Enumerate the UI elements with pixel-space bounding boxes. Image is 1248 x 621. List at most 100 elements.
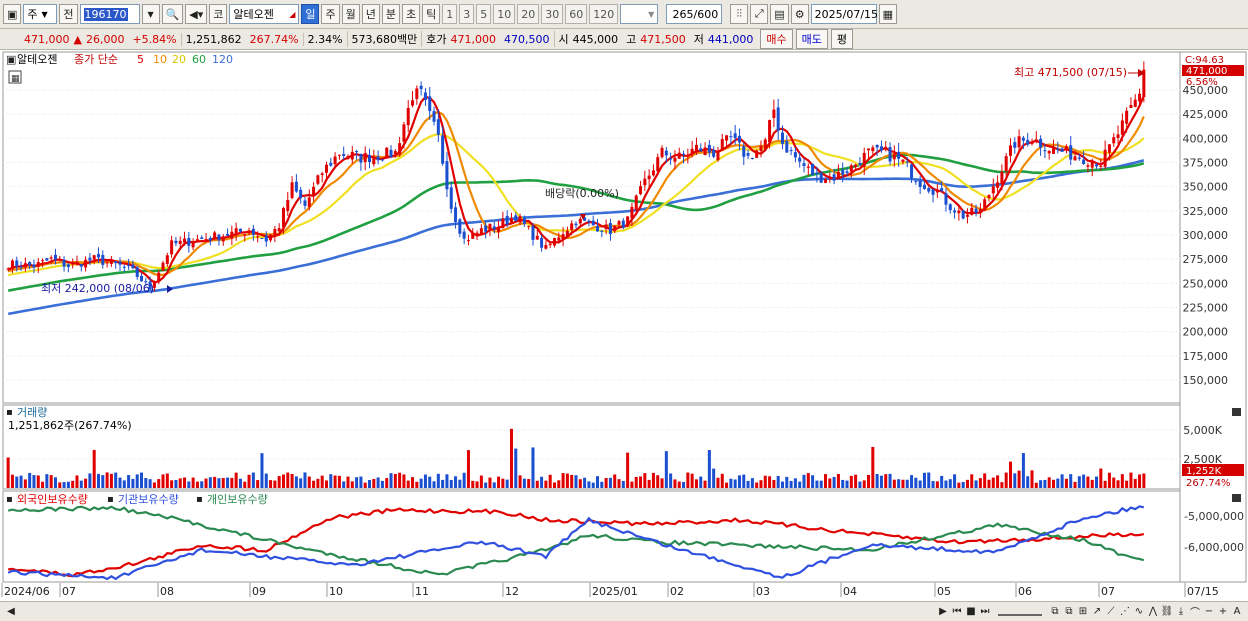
interval-120[interactable]: 120 (589, 4, 619, 24)
volume-bar (247, 474, 251, 488)
market-type-select[interactable]: 주 ▼ (23, 4, 58, 24)
interval-60[interactable]: 60 (565, 4, 588, 24)
scroll-right-icon[interactable]: ▶ (936, 605, 950, 619)
interval-custom-select[interactable]: ▼ (620, 4, 659, 24)
period-second[interactable]: 초 (401, 4, 421, 24)
search-icon[interactable]: 🔍 (161, 4, 184, 24)
candle-body (368, 154, 372, 163)
open-label: 시 (553, 31, 569, 47)
volume-bar (888, 473, 892, 488)
prev-button[interactable]: 전 (59, 4, 78, 24)
volume-bar (643, 473, 647, 488)
candle-body (62, 259, 66, 267)
candle-body (991, 186, 995, 194)
volume-bar (363, 482, 367, 488)
layout-icon[interactable]: ⧉ (1048, 605, 1062, 619)
candle-body (449, 187, 453, 209)
scroll-left-icon[interactable]: ◀ (4, 605, 18, 619)
pattern-tool-icon[interactable]: ⋀ (1146, 605, 1160, 619)
volume-bar (355, 477, 359, 488)
individual-holdings-label: 개인보유수량 (207, 493, 268, 506)
volume-bar (871, 446, 875, 488)
period-minute[interactable]: 분 (381, 4, 400, 24)
volume-bar (178, 478, 182, 488)
volume-bar (342, 481, 346, 488)
wave-tool-icon[interactable]: ∿ (1132, 605, 1146, 619)
zoom-out-icon[interactable]: − (1202, 605, 1216, 619)
chevron-down-icon[interactable]: ▼ (141, 4, 160, 24)
period-tick[interactable]: 틱 (422, 4, 441, 24)
interval-3[interactable]: 3 (459, 4, 475, 24)
text-tool-icon[interactable]: A (1230, 605, 1244, 619)
candle-body (1052, 147, 1056, 154)
candle-body (759, 146, 763, 151)
candle-body (105, 262, 109, 264)
volume-bar (294, 476, 298, 488)
volume-bar (359, 476, 363, 488)
candle-body (565, 230, 569, 237)
up-arrow-icon: ▲ (73, 32, 82, 46)
chart-canvas[interactable]: 150,000 175,000 200,000 225,000 250,000 275,0… (0, 50, 1248, 601)
gear-icon[interactable]: ⚙ (790, 4, 809, 24)
volume-close-icon[interactable] (1232, 408, 1241, 416)
candle-body (780, 132, 784, 144)
calendar-icon[interactable]: ▦ (878, 4, 898, 24)
stock-code-input[interactable]: 196170 (79, 4, 140, 24)
fib-tool-icon[interactable]: ⋰ (1118, 605, 1132, 619)
volume-bar (669, 473, 673, 488)
interval-20[interactable]: 20 (517, 4, 540, 24)
volume-bar (501, 478, 505, 488)
period-day[interactable]: 일 (301, 4, 320, 24)
stop-icon[interactable]: ■ (964, 605, 978, 619)
save-icon[interactable]: ▤ (770, 4, 789, 24)
play-forward-icon[interactable]: ⏭ (978, 605, 992, 619)
sell-button[interactable]: 매도 (795, 29, 828, 49)
link-icon[interactable]: ⛓ (1160, 605, 1174, 619)
interval-10[interactable]: 10 (493, 4, 516, 24)
count-input[interactable]: 265/600 (666, 4, 723, 24)
copy-icon[interactable]: ⧉ (1062, 605, 1076, 619)
candle-body (251, 228, 255, 235)
pan-icon[interactable]: ⌒ (1188, 605, 1202, 619)
zoom-slider[interactable] (998, 608, 1042, 616)
volume-bar (398, 472, 402, 488)
zoom-in-icon[interactable]: + (1216, 605, 1230, 619)
interval-5[interactable]: 5 (476, 4, 492, 24)
volume-bar (6, 457, 10, 488)
candle-body (376, 156, 380, 161)
candle-body (71, 262, 75, 265)
volume-bar (466, 450, 470, 488)
compare-icon[interactable]: ⊞ (1076, 605, 1090, 619)
trend-tool-icon[interactable]: ↗ (1090, 605, 1104, 619)
speaker-icon[interactable]: ◀▾ (185, 4, 208, 24)
candle-body (755, 150, 759, 158)
stock-name-field[interactable]: 알테오젠 ◢ (229, 4, 300, 24)
period-year[interactable]: 년 (361, 4, 380, 24)
draw-tool-icon[interactable]: ⤢ (750, 4, 769, 24)
volume-bar (1004, 472, 1008, 488)
interval-1[interactable]: 1 (442, 4, 458, 24)
date-input[interactable]: 2025/07/15 (810, 4, 878, 24)
export-icon[interactable]: ⤓ (1174, 605, 1188, 619)
volume-bar (441, 479, 445, 488)
candle-body (1099, 165, 1103, 167)
candle-body (892, 154, 896, 160)
candle-body (686, 154, 690, 157)
volume-bar (557, 480, 561, 488)
candle-body (389, 149, 393, 158)
line-tool-icon[interactable]: ⟋ (1104, 605, 1118, 619)
candle-body (587, 220, 591, 222)
candle-body (1107, 144, 1111, 153)
volume-bar (226, 477, 230, 488)
holdings-close-icon[interactable] (1232, 494, 1241, 502)
window-icon[interactable]: ▣ (3, 4, 22, 24)
volume-bar (101, 475, 105, 488)
buy-button[interactable]: 매수 (760, 29, 793, 49)
play-back-icon[interactable]: ⏮ (950, 605, 964, 619)
candle-type-icon[interactable]: ⫶⫶ (730, 4, 749, 24)
period-week[interactable]: 주 (321, 4, 340, 24)
eval-button[interactable]: 평 (830, 29, 854, 49)
period-month[interactable]: 월 (341, 4, 360, 24)
chart-area[interactable]: 150,000 175,000 200,000 225,000 250,000 275,0… (0, 50, 1248, 601)
interval-30[interactable]: 30 (541, 4, 564, 24)
